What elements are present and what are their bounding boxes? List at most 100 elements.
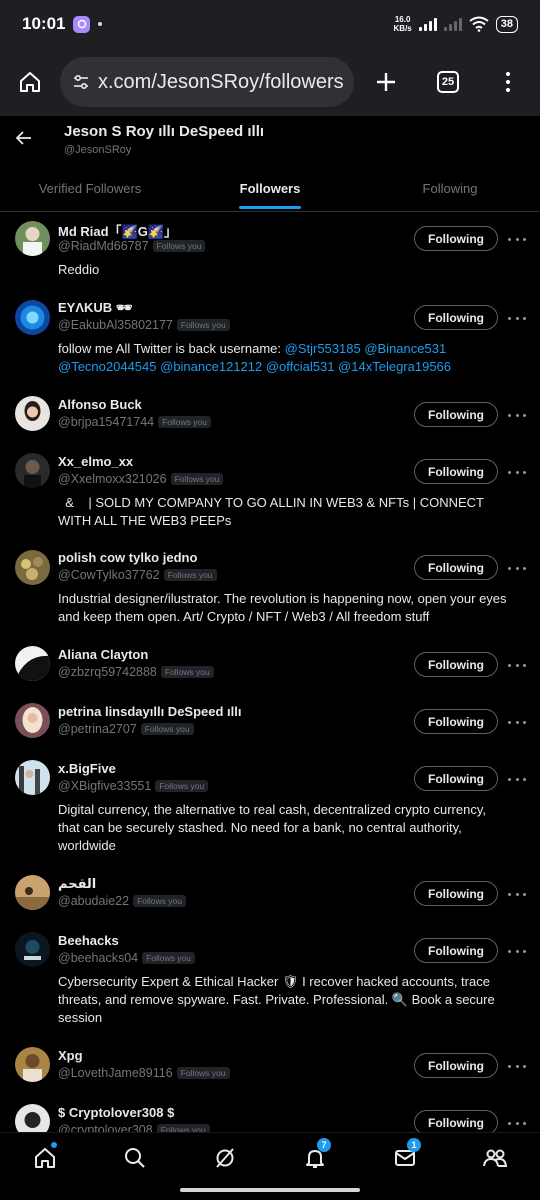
profile-handle: @JesonSRoy <box>64 144 132 156</box>
user-name[interactable]: Xpg <box>58 1048 83 1063</box>
list-item[interactable]: x.BigFive @XBigfive33551 Follows you Digi… <box>0 752 540 867</box>
list-item[interactable]: Xpg @LovethJame89116 Follows you Followin… <box>0 1039 540 1096</box>
following-button[interactable]: Following <box>414 652 498 677</box>
more-options-icon[interactable] <box>508 466 526 478</box>
user-handle: @Xxelmoxx321026 <box>58 472 167 486</box>
avatar[interactable] <box>15 646 50 681</box>
user-name[interactable]: Alfonso Buck <box>58 397 142 412</box>
user-name[interactable]: polish cow tylko jedno <box>58 550 197 565</box>
avatar[interactable] <box>15 453 50 488</box>
list-item[interactable]: Beehacks @beehacks04 Follows you Cybersec… <box>0 924 540 1039</box>
list-item[interactable]: $ Cryptolover308 $ @cryptolover308 Follow… <box>0 1096 540 1132</box>
tab-verified-followers[interactable]: Verified Followers <box>0 166 180 211</box>
user-bio: Digital currency, the alternative to rea… <box>58 802 486 853</box>
url-text[interactable]: x.com/JesonSRoy/followers <box>98 71 344 94</box>
following-button[interactable]: Following <box>414 938 498 963</box>
following-button[interactable]: Following <box>414 555 498 580</box>
status-bar: 10:01 16.0 KB/s 38 <box>0 0 540 48</box>
following-button[interactable]: Following <box>414 1053 498 1078</box>
following-button[interactable]: Following <box>414 766 498 791</box>
home-icon <box>20 72 40 92</box>
tab-followers[interactable]: Followers <box>180 166 360 211</box>
following-button[interactable]: Following <box>414 305 498 330</box>
battery-level: 38 <box>500 18 513 30</box>
site-settings-icon[interactable] <box>72 73 90 91</box>
following-button[interactable]: Following <box>414 881 498 906</box>
nav-search[interactable] <box>115 1138 155 1178</box>
new-tab-button[interactable] <box>354 71 418 93</box>
back-arrow-icon[interactable] <box>14 128 34 148</box>
user-name[interactable]: $ Cryptolover308 $ <box>58 1105 174 1120</box>
browser-menu-button[interactable] <box>478 72 538 92</box>
following-button[interactable]: Following <box>414 1110 498 1132</box>
follows-you-badge: Follows you <box>152 240 206 252</box>
user-name[interactable]: Beehacks <box>58 933 119 948</box>
nav-messages[interactable]: 1 <box>385 1137 425 1178</box>
user-handle: @beehacks04 <box>58 951 139 965</box>
user-name[interactable]: القحم <box>58 876 96 892</box>
avatar[interactable] <box>15 875 50 910</box>
user-name[interactable]: Md Riad「🌠G🌠」 <box>58 221 177 240</box>
more-options-icon[interactable] <box>508 945 526 957</box>
list-item[interactable]: القحم @abudaie22 Follows you Following <box>0 867 540 924</box>
nav-home[interactable] <box>25 1138 65 1178</box>
tab-switcher-button[interactable]: 25 <box>418 71 478 93</box>
followers-tabs: Verified Followers Followers Following <box>0 166 540 212</box>
avatar[interactable] <box>15 550 50 585</box>
more-options-icon[interactable] <box>508 716 526 728</box>
more-options-icon[interactable] <box>508 659 526 671</box>
nav-communities[interactable] <box>475 1138 515 1178</box>
avatar[interactable] <box>15 1047 50 1082</box>
gesture-bar[interactable] <box>0 1182 540 1200</box>
avatar[interactable] <box>15 932 50 967</box>
more-options-icon[interactable] <box>508 888 526 900</box>
more-options-icon[interactable] <box>508 562 526 574</box>
following-button[interactable]: Following <box>414 459 498 484</box>
avatar[interactable] <box>15 300 50 335</box>
list-item[interactable]: petrina linsdayıllı DeSpeed ıllı @petrin… <box>0 695 540 752</box>
user-name[interactable]: Aliana Clayton <box>58 647 148 662</box>
avatar[interactable] <box>15 221 50 256</box>
more-options-icon[interactable] <box>508 409 526 421</box>
address-bar[interactable]: x.com/JesonSRoy/followers <box>60 57 354 107</box>
bottom-navigation: 7 1 <box>0 1132 540 1182</box>
list-item[interactable]: Xx_elmo_xx @Xxelmoxx321026 Follows you & … <box>0 445 540 542</box>
more-options-icon[interactable] <box>508 1060 526 1072</box>
app-notification-icon <box>73 15 91 33</box>
avatar[interactable] <box>15 703 50 738</box>
network-speed-unit: KB/s <box>393 24 412 33</box>
communities-icon <box>483 1149 508 1167</box>
list-item[interactable]: polish cow tylko jedno @CowTylko37762 Fol… <box>0 542 540 638</box>
more-options-icon[interactable] <box>508 312 526 324</box>
browser-toolbar: x.com/JesonSRoy/followers 25 <box>0 48 540 116</box>
more-options-icon[interactable] <box>508 773 526 785</box>
follows-you-badge: Follows you <box>176 319 230 331</box>
user-handle: @brjpa15471744 <box>58 415 155 429</box>
avatar[interactable] <box>15 1104 50 1132</box>
user-handle: @cryptolover308 <box>58 1123 153 1132</box>
list-item[interactable]: Aliana Clayton @zbzrq59742888 Follows you… <box>0 638 540 695</box>
more-options-icon[interactable] <box>508 233 526 245</box>
nav-notifications[interactable]: 7 <box>295 1137 335 1178</box>
user-name[interactable]: petrina linsdayıllı DeSpeed ıllı <box>58 704 242 719</box>
follows-you-badge: Follows you <box>142 952 195 964</box>
following-button[interactable]: Following <box>414 226 498 251</box>
messages-badge: 1 <box>407 1137 421 1152</box>
avatar[interactable] <box>15 760 50 795</box>
more-options-icon[interactable] <box>508 1117 526 1129</box>
home-button[interactable] <box>0 48 60 116</box>
user-name[interactable]: EYΛKUB 🕶 <box>58 300 132 316</box>
list-item[interactable]: Alfonso Buck @brjpa15471744 Follows you F… <box>0 388 540 445</box>
following-button[interactable]: Following <box>414 709 498 734</box>
nav-grok[interactable] <box>205 1138 245 1178</box>
list-item[interactable]: EYΛKUB 🕶 @EakubAl35802177 Follows you fol… <box>0 292 540 388</box>
following-button[interactable]: Following <box>414 402 498 427</box>
list-item[interactable]: Md Riad「🌠G🌠」 @RiadMd66787 Follows you Red… <box>0 212 540 292</box>
user-name[interactable]: x.BigFive <box>58 761 116 776</box>
tab-following[interactable]: Following <box>360 166 540 211</box>
profile-header: Jeson S Roy ıllı DeSpeed ıllı @JesonSRoy <box>0 116 540 166</box>
user-name[interactable]: Xx_elmo_xx <box>58 454 133 469</box>
follows-you-badge: Follows you <box>156 1124 210 1132</box>
follows-you-badge: Follows you <box>140 723 194 735</box>
avatar[interactable] <box>15 396 50 431</box>
